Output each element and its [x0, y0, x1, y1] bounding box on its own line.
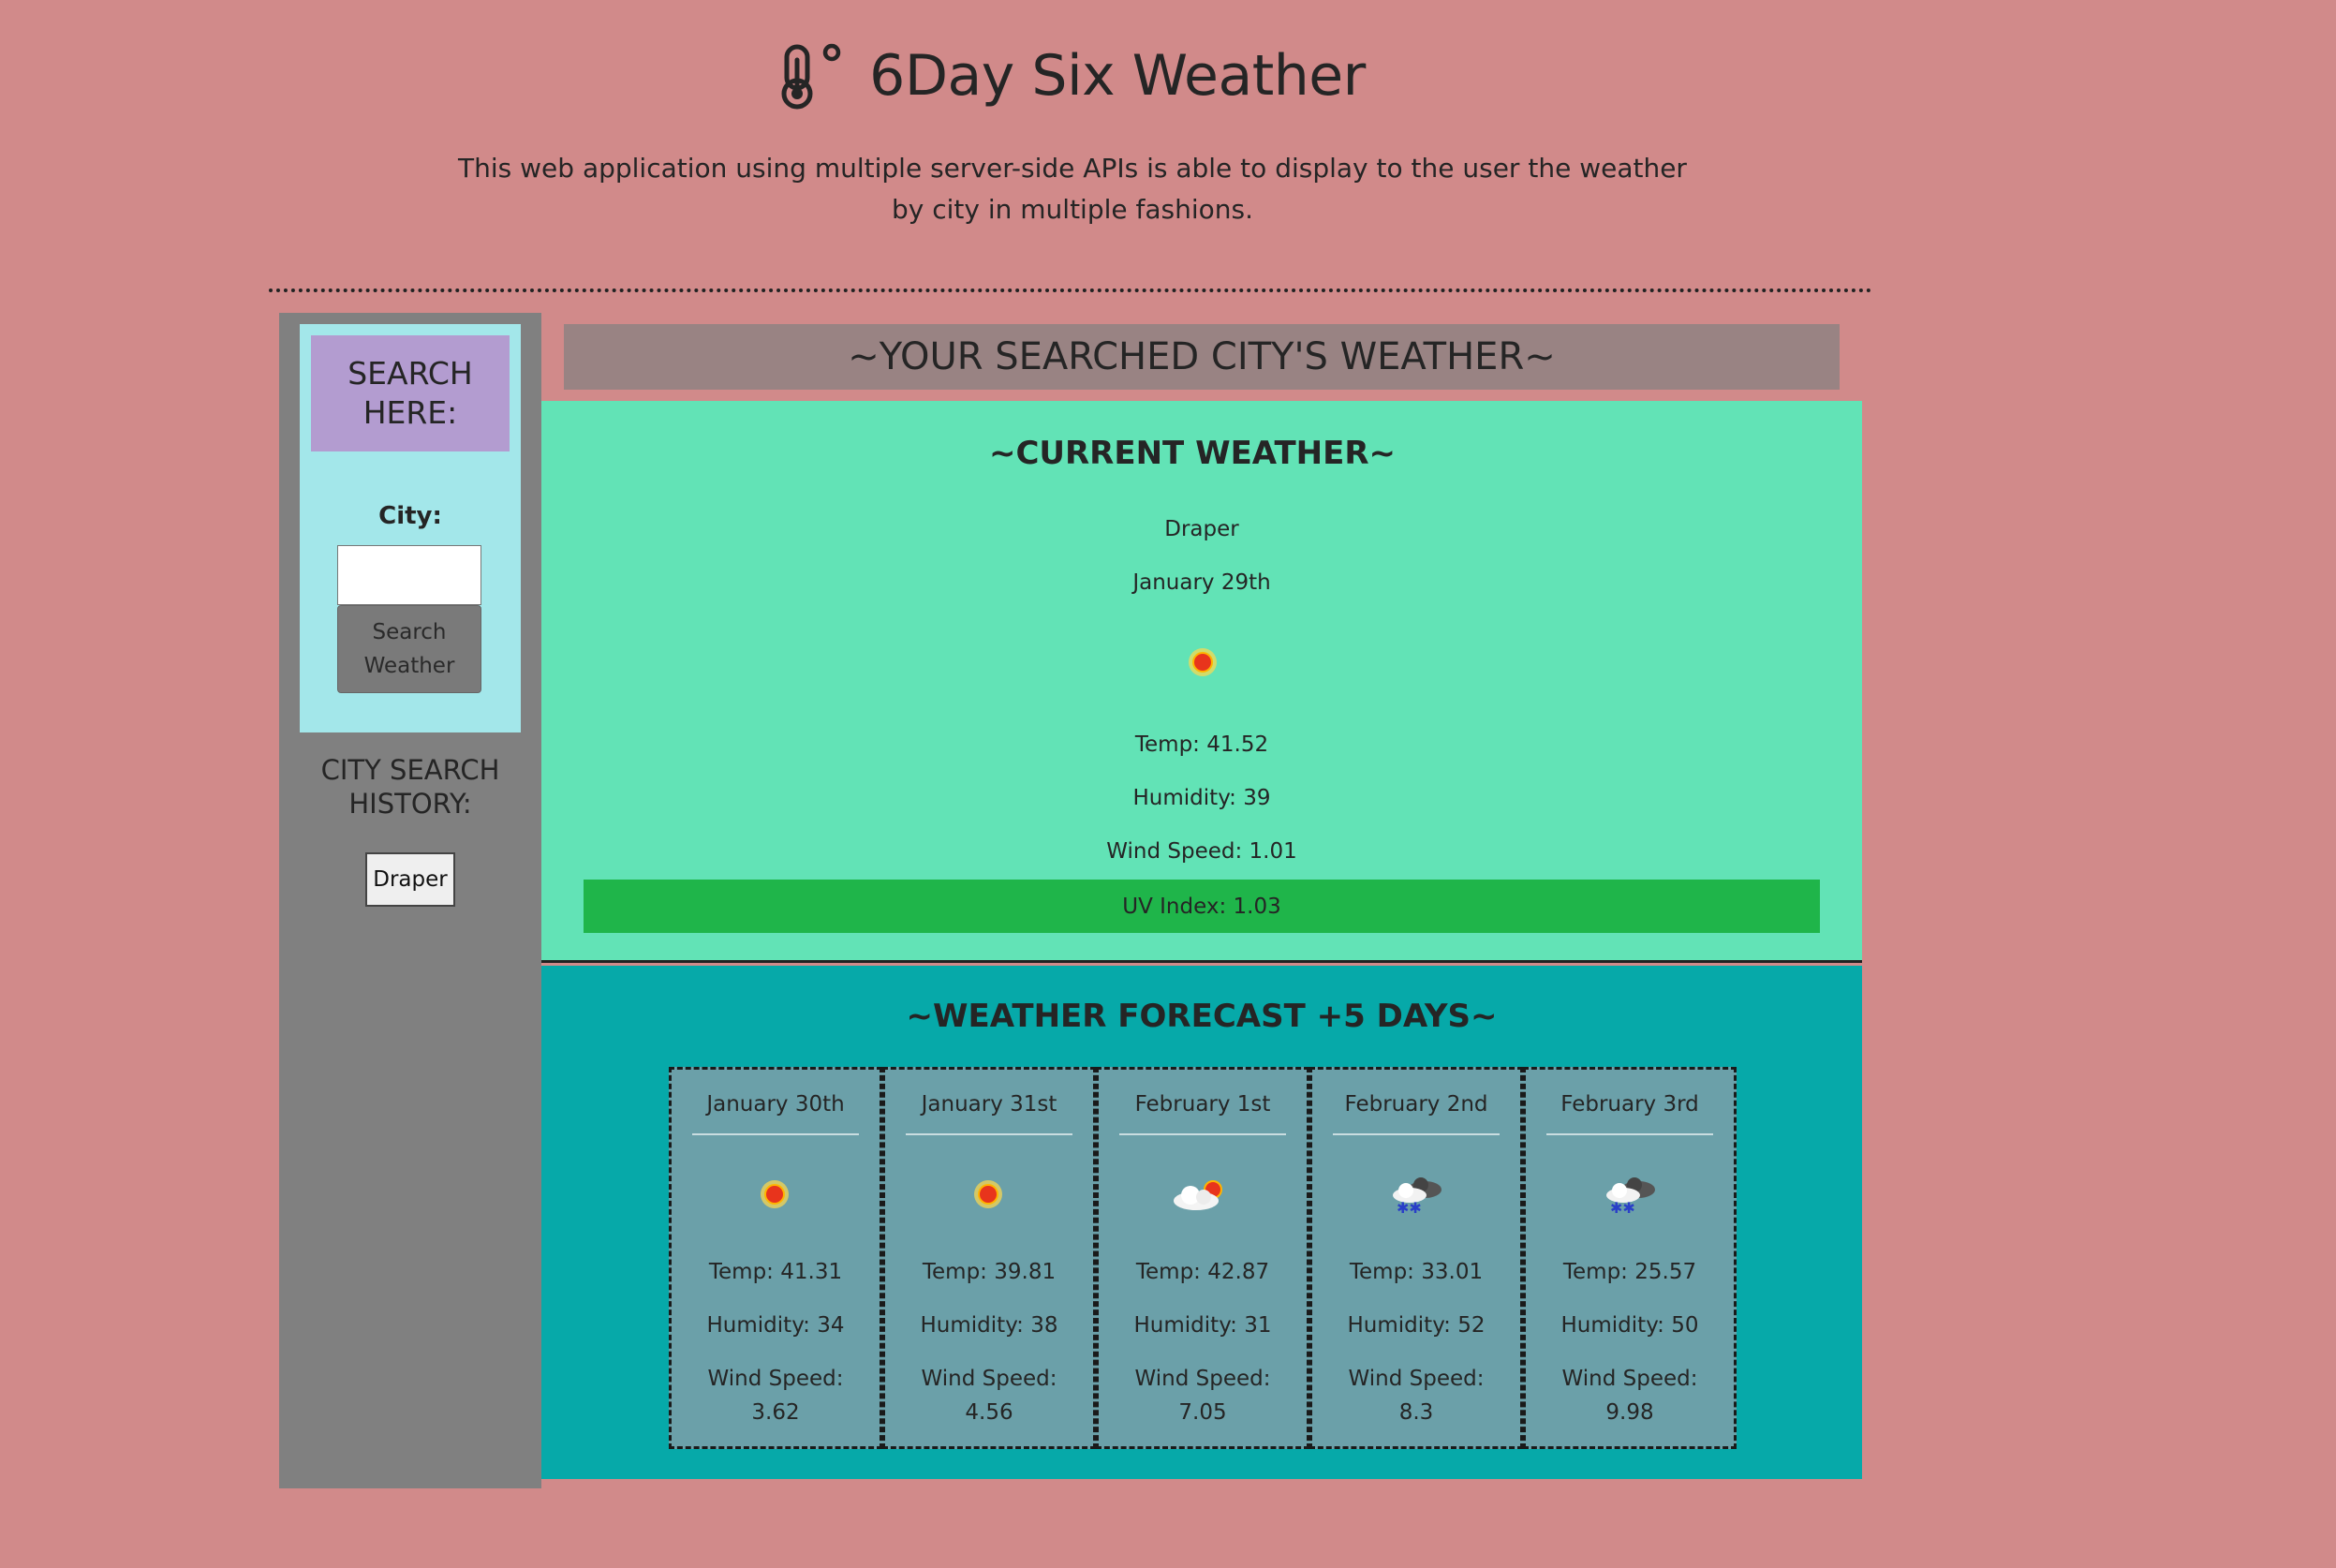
forecast-humidity: Humidity: 52: [1347, 1313, 1486, 1338]
forecast-date: February 1st: [1134, 1092, 1271, 1117]
forecast-card: January 31st Temp: 39.81 Humidity: 38 Wi…: [882, 1067, 1096, 1449]
partly-cloudy-icon: [1174, 1180, 1222, 1210]
current-city: Draper: [1164, 517, 1239, 541]
sun-icon: [761, 1180, 789, 1208]
forecast-card: February 1st Temp: 42.87 Humidity: 31 Wi…: [1096, 1067, 1309, 1449]
search-panel: SEARCH HERE: City: Search Weather: [300, 324, 521, 732]
forecast-card: February 3rd ✱✱ Temp: 25.57 Humidity: 50…: [1523, 1067, 1737, 1449]
forecast-title: ~WEATHER FORECAST +5 DAYS~: [906, 998, 1498, 1035]
current-humidity: Humidity: 39: [1132, 786, 1271, 810]
forecast-date: January 30th: [706, 1092, 845, 1117]
forecast-cards: January 30th Temp: 41.31 Humidity: 34 Wi…: [669, 1067, 1737, 1449]
forecast-wind: 4.56: [965, 1400, 1013, 1425]
forecast-wind-label: Wind Speed:: [921, 1367, 1057, 1391]
forecast-wind: 8.3: [1398, 1400, 1434, 1425]
forecast-wind: 9.98: [1605, 1400, 1654, 1425]
city-input[interactable]: [337, 545, 481, 605]
forecast-humidity: Humidity: 34: [706, 1313, 845, 1338]
forecast-wind-label: Wind Speed:: [707, 1367, 844, 1391]
page-subtitle: This web application using multiple serv…: [458, 153, 1687, 225]
current-weather-title: ~CURRENT WEATHER~: [988, 435, 1397, 472]
main-header: ~YOUR SEARCHED CITY'S WEATHER~: [564, 324, 1840, 390]
current-date: January 29th: [1132, 570, 1271, 595]
forecast-wind: 7.05: [1178, 1400, 1227, 1425]
current-wind: Wind Speed: 1.01: [1106, 839, 1297, 864]
sun-icon: [1189, 648, 1217, 676]
forecast-card: February 2nd ✱✱ Temp: 33.01 Humidity: 52…: [1309, 1067, 1523, 1449]
search-weather-button[interactable]: Search Weather: [337, 605, 481, 693]
svg-text:✱✱: ✱✱: [1397, 1199, 1422, 1217]
forecast-humidity: Humidity: 50: [1560, 1313, 1699, 1338]
forecast-date: February 2nd: [1344, 1092, 1488, 1117]
forecast-date: February 3rd: [1560, 1092, 1699, 1117]
forecast-temp: Temp: 39.81: [922, 1260, 1057, 1284]
forecast-date: January 31st: [921, 1092, 1057, 1117]
forecast-wind-label: Wind Speed:: [1561, 1367, 1698, 1391]
forecast-temp: Temp: 42.87: [1135, 1260, 1270, 1284]
card-divider: [906, 1133, 1072, 1135]
forecast-wind: 3.62: [751, 1400, 800, 1425]
forecast-humidity: Humidity: 38: [920, 1313, 1058, 1338]
forecast-panel: ~WEATHER FORECAST +5 DAYS~ January 30th …: [541, 966, 1862, 1479]
uv-index-bar: UV Index: 1.03: [584, 880, 1820, 933]
forecast-temp: Temp: 41.31: [708, 1260, 843, 1284]
app-header: 6Day Six Weather: [0, 41, 2145, 111]
card-divider: [1119, 1133, 1286, 1135]
card-divider: [692, 1133, 859, 1135]
header-divider: [269, 288, 1872, 292]
history-title: CITY SEARCH HISTORY:: [320, 754, 500, 820]
card-divider: [1333, 1133, 1500, 1135]
svg-text:✱✱: ✱✱: [1610, 1199, 1635, 1217]
snow-cloud-icon: ✱✱: [1606, 1177, 1655, 1217]
forecast-card: January 30th Temp: 41.31 Humidity: 34 Wi…: [669, 1067, 882, 1449]
sun-icon: [974, 1180, 1002, 1208]
forecast-wind-label: Wind Speed:: [1348, 1367, 1485, 1391]
sidebar: SEARCH HERE: City: Search Weather CITY S…: [279, 313, 541, 1488]
forecast-wind-label: Wind Speed:: [1134, 1367, 1271, 1391]
city-label: City:: [378, 502, 442, 530]
current-weather-panel: ~CURRENT WEATHER~ Draper January 29th Te…: [541, 401, 1862, 963]
snow-cloud-icon: ✱✱: [1393, 1177, 1442, 1217]
history-item-draper[interactable]: Draper: [365, 852, 455, 907]
current-temp: Temp: 41.52: [1134, 732, 1269, 757]
card-divider: [1546, 1133, 1713, 1135]
forecast-humidity: Humidity: 31: [1133, 1313, 1272, 1338]
thermometer-icon: [781, 43, 841, 110]
forecast-temp: Temp: 33.01: [1349, 1260, 1484, 1284]
forecast-temp: Temp: 25.57: [1562, 1260, 1697, 1284]
page-title: 6Day Six Weather: [869, 43, 1366, 109]
search-header: SEARCH HERE:: [311, 335, 510, 451]
